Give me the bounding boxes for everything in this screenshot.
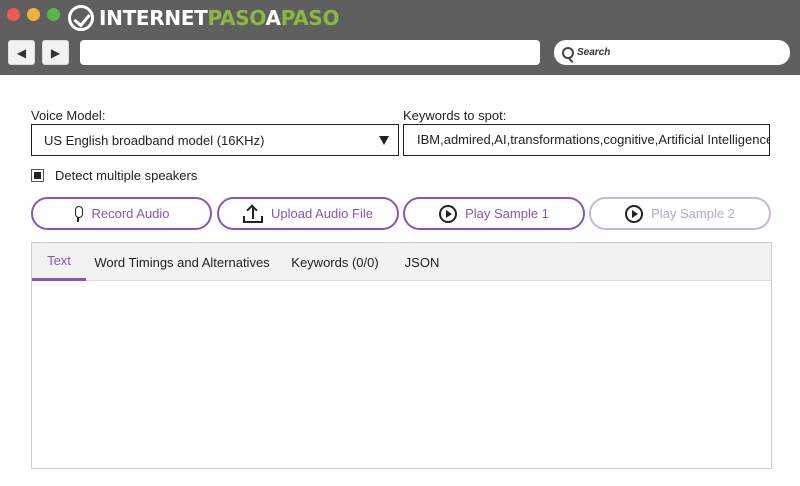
- tab-bar: Text Word Timings and Alternatives Keywo…: [32, 243, 771, 281]
- upload-icon: [243, 203, 264, 223]
- tab-json[interactable]: JSON: [398, 243, 446, 281]
- play-sample-2-button[interactable]: Play Sample 2: [589, 197, 771, 230]
- tab-word-timings[interactable]: Word Timings and Alternatives: [92, 243, 272, 281]
- logo-check-icon: [68, 5, 94, 31]
- record-audio-button[interactable]: Record Audio: [31, 197, 212, 230]
- search-input[interactable]: Search: [554, 40, 790, 65]
- search-placeholder: Search: [577, 47, 611, 58]
- play-sample-1-label: Play Sample 1: [465, 206, 549, 221]
- back-arrow-icon: ◀: [16, 45, 27, 60]
- upload-audio-button[interactable]: Upload Audio File: [217, 197, 399, 230]
- keywords-input[interactable]: IBM,admired,AI,transformations,cognitive…: [403, 124, 770, 156]
- results-panel: Text Word Timings and Alternatives Keywo…: [31, 242, 772, 469]
- upload-audio-label: Upload Audio File: [271, 206, 373, 221]
- site-logo: INTERNETPASOAPASO: [68, 4, 340, 32]
- voice-model-select[interactable]: US English broadband model (16KHz): [31, 124, 399, 156]
- detect-speakers-label: Detect multiple speakers: [55, 168, 198, 183]
- window-minimize-icon[interactable]: [27, 8, 40, 21]
- voice-model-label: Voice Model:: [31, 108, 106, 123]
- forward-button[interactable]: ▶: [42, 40, 69, 65]
- transcript-output: [32, 281, 771, 468]
- tab-text[interactable]: Text: [32, 243, 86, 281]
- back-button[interactable]: ◀: [8, 40, 35, 65]
- logo-text: INTERNETPASOAPASO: [99, 6, 340, 30]
- detect-speakers-checkbox[interactable]: [31, 169, 44, 182]
- window-close-icon[interactable]: [7, 8, 20, 21]
- browser-toolbar: INTERNETPASOAPASO ◀ ▶ Search: [0, 0, 800, 75]
- window-maximize-icon[interactable]: [47, 8, 60, 21]
- play-icon: [439, 204, 458, 223]
- keywords-label: Keywords to spot:: [403, 108, 507, 123]
- dropdown-caret-icon: [379, 136, 389, 145]
- play-sample-1-button[interactable]: Play Sample 1: [403, 197, 585, 230]
- address-bar[interactable]: [80, 40, 540, 65]
- play-sample-2-label: Play Sample 2: [651, 206, 735, 221]
- search-icon: [562, 46, 574, 59]
- microphone-icon: [73, 206, 84, 222]
- forward-arrow-icon: ▶: [50, 45, 61, 60]
- record-audio-label: Record Audio: [91, 206, 170, 221]
- play-icon: [625, 204, 644, 223]
- voice-model-value: US English broadband model (16KHz): [44, 132, 265, 148]
- tab-keywords[interactable]: Keywords (0/0): [284, 243, 386, 281]
